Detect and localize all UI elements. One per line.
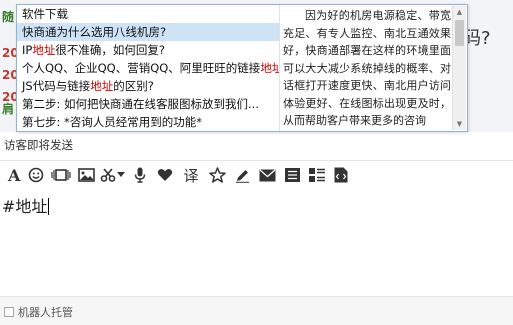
font-icon[interactable]: A bbox=[6, 164, 22, 186]
star-icon[interactable] bbox=[206, 164, 228, 186]
pen-icon[interactable] bbox=[232, 164, 252, 186]
text-caret bbox=[48, 198, 50, 215]
quick-reply-list: 软件下载 快商通为什么选用八线机房? IP地址很不准确，如何回复? 个人QQ、企业QQ… bbox=[17, 5, 280, 131]
keyword-highlight: 地址 bbox=[32, 43, 56, 57]
robot-hosting-label: 机器人托管 bbox=[18, 306, 73, 319]
svg-text:A: A bbox=[7, 167, 21, 183]
scroll-down-icon[interactable]: ▼ bbox=[453, 118, 466, 130]
chat-footer: 机器人托管 bbox=[0, 296, 513, 325]
quick-reply-item-text: JS代码与链接 bbox=[22, 79, 91, 93]
quick-reply-item[interactable]: 第二步: 如何把快商通在线客服图标放到我们... bbox=[17, 95, 279, 113]
translate-icon[interactable]: 译 bbox=[180, 164, 202, 186]
quick-reply-item[interactable]: 软件下载 bbox=[17, 5, 279, 23]
quick-reply-item[interactable]: IP地址很不准确，如何回复? bbox=[17, 41, 279, 59]
quick-reply-item-text: 第七步: *咨询人员经常用到的功能* bbox=[22, 115, 203, 129]
list-icon[interactable] bbox=[282, 164, 302, 186]
quick-reply-item[interactable]: JS代码与链接地址的区别? bbox=[17, 77, 279, 95]
emoji-icon[interactable] bbox=[26, 164, 46, 186]
quick-reply-popup: 软件下载 快商通为什么选用八线机房? IP地址很不准确，如何回复? 个人QQ、企业QQ… bbox=[16, 4, 468, 132]
scroll-thumb[interactable] bbox=[455, 20, 464, 46]
email-icon[interactable] bbox=[256, 164, 278, 186]
keyword-highlight: 地址 bbox=[90, 79, 114, 93]
message-input[interactable]: #地址 bbox=[0, 189, 513, 295]
keyword-highlight: 地址 bbox=[260, 61, 279, 75]
quick-reply-item[interactable]: 快商通为什么选用八线机房? bbox=[17, 23, 279, 41]
grid-list-icon[interactable] bbox=[306, 164, 328, 186]
quick-reply-item-text: 很不准确，如何回复? bbox=[55, 43, 165, 57]
quick-reply-item-text: 软件下载 bbox=[22, 7, 68, 21]
dropdown-arrow-icon[interactable] bbox=[116, 164, 126, 186]
heart-icon[interactable] bbox=[154, 164, 176, 186]
quick-reply-item-text: 个人QQ、企业QQ、营销QQ、阿里旺旺的链接 bbox=[22, 61, 261, 75]
screenshot-icon[interactable] bbox=[50, 164, 72, 186]
chat-fragment-1: 随 bbox=[2, 10, 15, 24]
quick-reply-item-text: 第二步: 如何把快商通在线客服图标放到我们... bbox=[22, 97, 259, 111]
scroll-up-icon[interactable]: ▲ bbox=[453, 6, 466, 18]
quick-reply-item[interactable]: 个人QQ、企业QQ、营销QQ、阿里旺旺的链接地址 bbox=[17, 59, 279, 77]
editor-toolbar: A 译 bbox=[0, 160, 513, 189]
code-file-icon[interactable] bbox=[332, 164, 350, 186]
message-input-text: #地址 bbox=[2, 197, 48, 216]
microphone-icon[interactable] bbox=[130, 164, 150, 186]
quick-reply-item-text: 的区别? bbox=[113, 79, 154, 93]
quick-reply-item-text: 快商通为什么选用八线机房? bbox=[22, 25, 167, 39]
quick-reply-item-text: IP bbox=[22, 43, 33, 57]
scissors-icon[interactable] bbox=[100, 164, 116, 186]
robot-hosting-checkbox[interactable] bbox=[4, 307, 14, 317]
visitor-typing-status: 访客即将发送 bbox=[4, 138, 73, 152]
chat-fragment-5: 肩 bbox=[2, 102, 15, 116]
preview-scrollbar[interactable]: ▲ ▼ bbox=[452, 6, 466, 130]
image-icon[interactable] bbox=[76, 164, 96, 186]
robot-hosting-toggle[interactable]: 机器人托管 bbox=[4, 304, 73, 320]
quick-reply-preview: 因为好的机房电源稳定、带宽充足、有专人监控、南北互通效果好，快商通部署在这样的环… bbox=[283, 9, 451, 127]
quick-reply-item[interactable]: 第七步: *咨询人员经常用到的功能* bbox=[17, 113, 279, 131]
